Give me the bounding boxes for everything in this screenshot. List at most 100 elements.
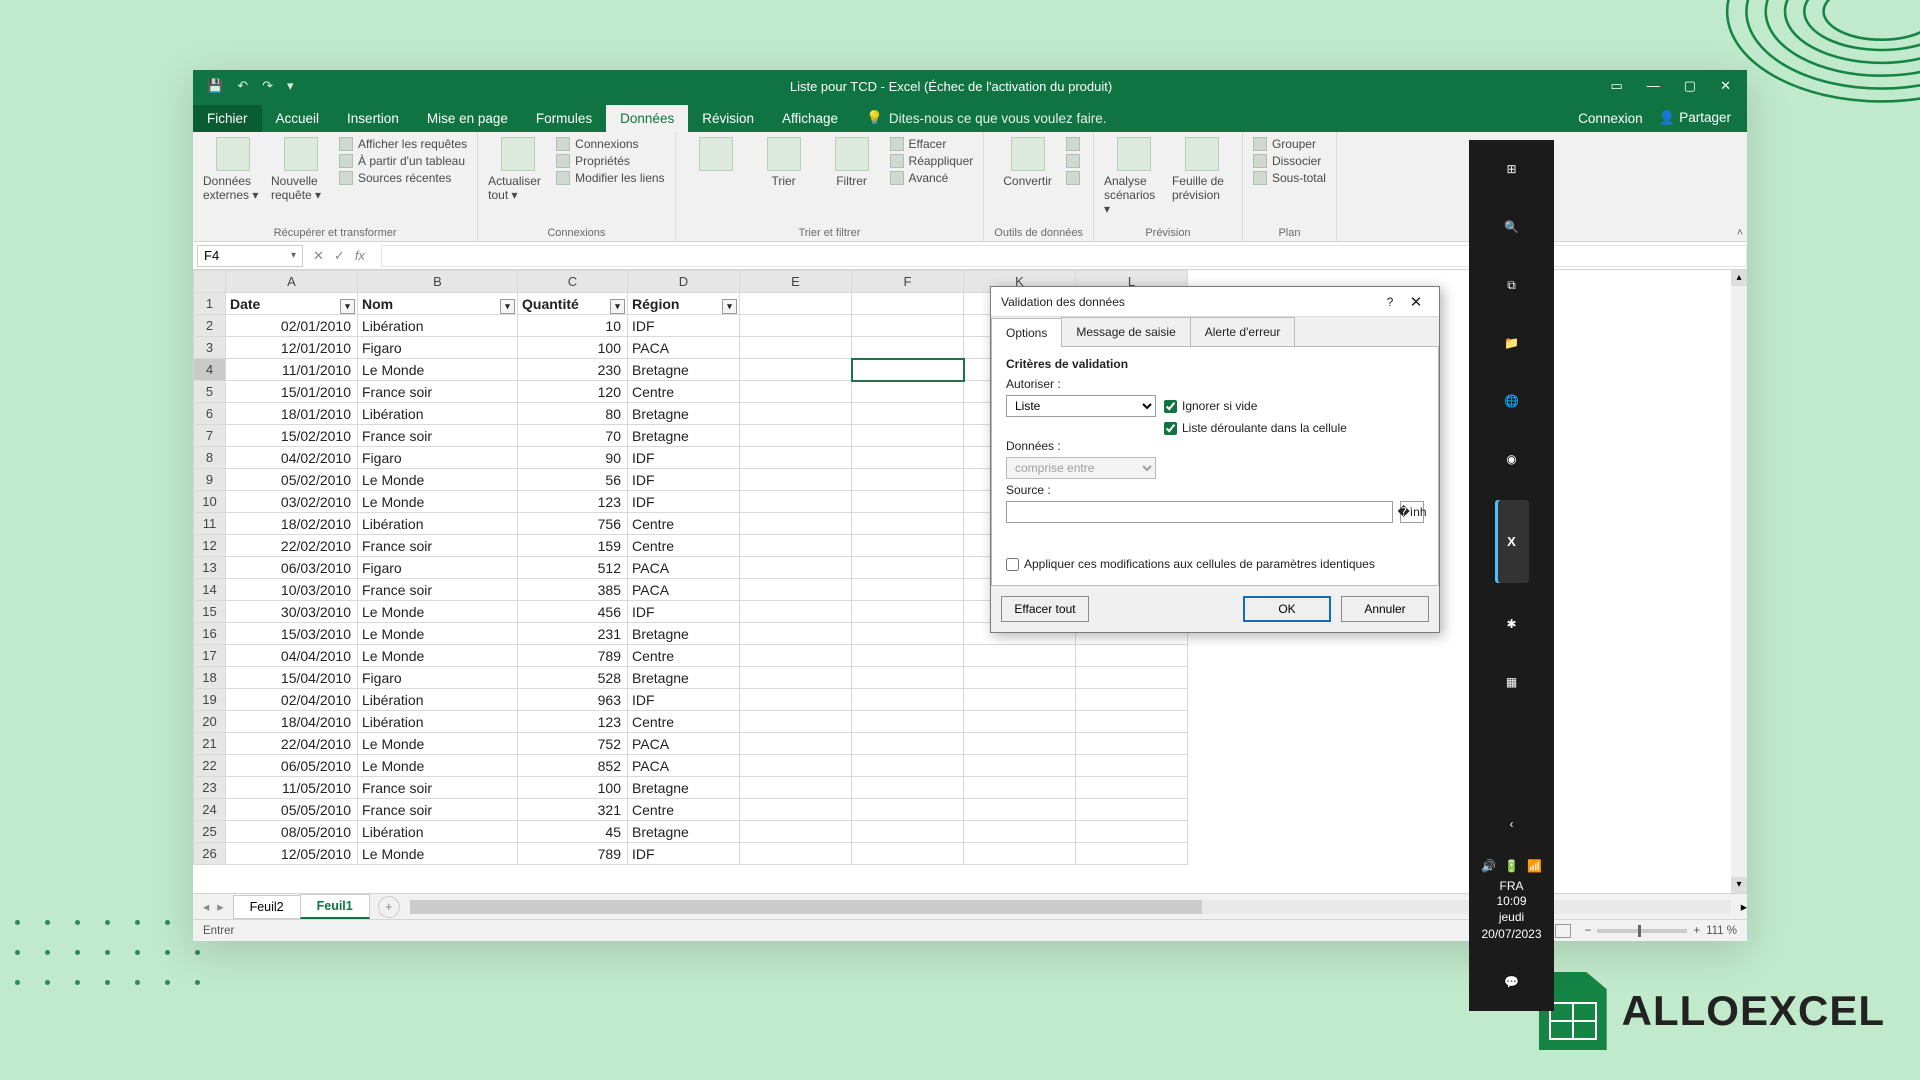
- zoom-in-icon[interactable]: +: [1693, 925, 1700, 937]
- cell[interactable]: 15/03/2010: [226, 623, 358, 645]
- cell[interactable]: France soir: [358, 425, 518, 447]
- cell[interactable]: [740, 491, 852, 513]
- cell[interactable]: [740, 513, 852, 535]
- cell[interactable]: [740, 821, 852, 843]
- cell[interactable]: 06/05/2010: [226, 755, 358, 777]
- row-header[interactable]: 13: [194, 557, 226, 579]
- row-header[interactable]: 15: [194, 601, 226, 623]
- cell[interactable]: [1076, 733, 1188, 755]
- accept-formula-icon[interactable]: ✓: [334, 248, 345, 264]
- cell[interactable]: [852, 315, 964, 337]
- cell[interactable]: [740, 469, 852, 491]
- cell[interactable]: [1076, 821, 1188, 843]
- volume-icon[interactable]: 🔊: [1481, 859, 1496, 873]
- cell[interactable]: [1076, 777, 1188, 799]
- tab-insert[interactable]: Insertion: [333, 105, 413, 132]
- cell[interactable]: Figaro: [358, 447, 518, 469]
- cell[interactable]: [964, 777, 1076, 799]
- tab-formulas[interactable]: Formules: [522, 105, 606, 132]
- cell[interactable]: Centre: [628, 645, 740, 667]
- show-hidden-icon[interactable]: ‹: [1495, 807, 1529, 841]
- tab-data[interactable]: Données: [606, 105, 688, 132]
- cell[interactable]: Libération: [358, 513, 518, 535]
- cell[interactable]: [852, 711, 964, 733]
- add-sheet-button[interactable]: +: [378, 896, 400, 918]
- cell[interactable]: 03/02/2010: [226, 491, 358, 513]
- dialog-tab-options[interactable]: Options: [991, 318, 1062, 347]
- cell[interactable]: 100: [518, 337, 628, 359]
- cell[interactable]: [740, 557, 852, 579]
- cell[interactable]: Centre: [628, 535, 740, 557]
- cell[interactable]: 963: [518, 689, 628, 711]
- cancel-button[interactable]: Annuler: [1341, 596, 1429, 622]
- zoom-out-icon[interactable]: −: [1585, 925, 1592, 937]
- cell[interactable]: 456: [518, 601, 628, 623]
- cancel-formula-icon[interactable]: ✕: [313, 248, 324, 264]
- cell[interactable]: [852, 557, 964, 579]
- cell[interactable]: [852, 755, 964, 777]
- clear-filter[interactable]: Effacer: [890, 137, 974, 151]
- row-header[interactable]: 10: [194, 491, 226, 513]
- undo-icon[interactable]: ↶: [237, 78, 248, 94]
- cell[interactable]: 80: [518, 403, 628, 425]
- cell[interactable]: [852, 293, 964, 315]
- column-header-F[interactable]: F: [852, 271, 964, 293]
- edge-icon[interactable]: 🌐: [1495, 384, 1529, 418]
- cell[interactable]: Bretagne: [628, 821, 740, 843]
- cell[interactable]: [740, 403, 852, 425]
- cell[interactable]: [740, 425, 852, 447]
- chevron-down-icon[interactable]: ▾: [291, 250, 296, 261]
- start-icon[interactable]: ⊞: [1495, 152, 1529, 186]
- row-header[interactable]: 1: [194, 293, 226, 315]
- cell[interactable]: PACA: [628, 557, 740, 579]
- cell[interactable]: Libération: [358, 821, 518, 843]
- column-header-E[interactable]: E: [740, 271, 852, 293]
- cell[interactable]: [1076, 667, 1188, 689]
- cell[interactable]: [740, 711, 852, 733]
- cell[interactable]: PACA: [628, 733, 740, 755]
- cell[interactable]: IDF: [628, 843, 740, 865]
- cell[interactable]: [852, 403, 964, 425]
- cell[interactable]: Date▾: [226, 293, 358, 315]
- cell[interactable]: [740, 645, 852, 667]
- cell[interactable]: [852, 689, 964, 711]
- row-header[interactable]: 22: [194, 755, 226, 777]
- cell[interactable]: 18/01/2010: [226, 403, 358, 425]
- cell[interactable]: Libération: [358, 711, 518, 733]
- collapse-ribbon-icon[interactable]: ˄: [1737, 227, 1743, 239]
- cell[interactable]: Bretagne: [628, 425, 740, 447]
- cell[interactable]: PACA: [628, 579, 740, 601]
- cell[interactable]: 789: [518, 645, 628, 667]
- select-all-corner[interactable]: [194, 271, 226, 293]
- cell[interactable]: Le Monde: [358, 733, 518, 755]
- cell[interactable]: IDF: [628, 447, 740, 469]
- range-picker-icon[interactable]: �ình: [1400, 501, 1424, 523]
- sheet-tab-feuil2[interactable]: Feuil2: [233, 895, 301, 919]
- close-icon[interactable]: ✕: [1720, 78, 1731, 94]
- cell[interactable]: 02/04/2010: [226, 689, 358, 711]
- cell[interactable]: [852, 513, 964, 535]
- wifi-icon[interactable]: 📶: [1527, 859, 1542, 873]
- show-queries[interactable]: Afficher les requêtes: [339, 137, 467, 151]
- row-header[interactable]: 11: [194, 513, 226, 535]
- cell[interactable]: Bretagne: [628, 623, 740, 645]
- row-header[interactable]: 8: [194, 447, 226, 469]
- cell[interactable]: [964, 667, 1076, 689]
- sheet-tab-feuil1[interactable]: Feuil1: [300, 894, 370, 919]
- cell[interactable]: [852, 601, 964, 623]
- tab-layout[interactable]: Mise en page: [413, 105, 522, 132]
- cell[interactable]: PACA: [628, 755, 740, 777]
- cell[interactable]: 230: [518, 359, 628, 381]
- cell[interactable]: [740, 447, 852, 469]
- battery-icon[interactable]: 🔋: [1504, 859, 1519, 873]
- dialog-close-icon[interactable]: ✕: [1403, 293, 1429, 311]
- cell[interactable]: 120: [518, 381, 628, 403]
- cell[interactable]: PACA: [628, 337, 740, 359]
- cell[interactable]: 512: [518, 557, 628, 579]
- cell[interactable]: 90: [518, 447, 628, 469]
- cell[interactable]: 56: [518, 469, 628, 491]
- tab-view[interactable]: Affichage: [768, 105, 852, 132]
- row-header[interactable]: 24: [194, 799, 226, 821]
- qat-customize-icon[interactable]: ▾: [287, 78, 294, 94]
- row-header[interactable]: 14: [194, 579, 226, 601]
